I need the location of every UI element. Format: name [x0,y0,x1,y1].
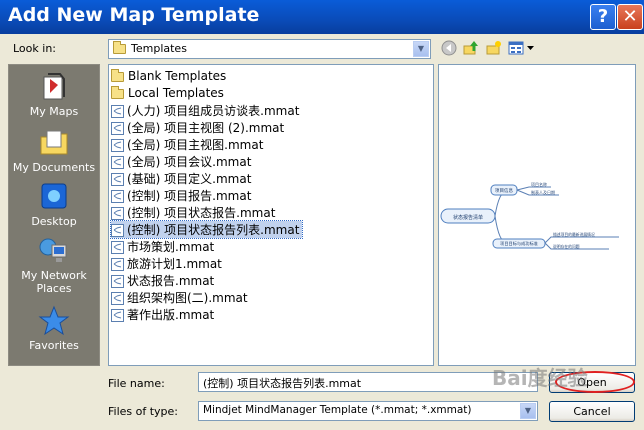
file-name: (控制) 项目报告.mmat [127,189,252,203]
file-name: (基础) 项目定义.mmat [127,172,252,186]
file-name-value: (控制) 项目状态报告列表.mmat [203,377,362,390]
chevron-down-icon[interactable]: ▼ [520,403,536,419]
list-item[interactable]: Local Templates [111,85,227,103]
preview-branch-text: 项目信息 [495,187,513,194]
desktop-icon [41,183,67,209]
place-label: Favorites [29,339,79,352]
title-bar[interactable]: Add New Map Template ? ✕ [0,0,644,34]
list-item[interactable]: 市场策划.mmat [111,238,217,255]
list-item[interactable]: (控制) 项目状态报告.mmat [111,204,278,221]
places-bar: My Maps My Documents Desktop My Network … [8,64,100,366]
mmat-file-icon [111,241,124,254]
preview-connector [544,236,619,244]
baidu-watermark: Bai度经验 [492,366,588,390]
file-name: 旅游计划1.mmat [127,257,222,271]
place-network[interactable]: My Network Places [9,235,99,295]
folder-icon [111,68,124,82]
file-list[interactable]: Blank Templates Local Templates (人力) 项目组… [108,64,434,366]
mmat-file-icon [111,139,124,152]
folder-icon [111,85,124,99]
list-item[interactable]: (全局) 项目会议.mmat [111,153,254,170]
mmat-file-icon [111,207,124,220]
list-item[interactable]: (全局) 项目主视图.mmat [111,136,266,153]
favorites-icon [38,305,70,336]
file-name: 状态报告.mmat [127,274,215,288]
my-documents-icon [40,130,68,155]
mmat-file-icon [111,156,124,169]
file-name-label: File name: [108,377,165,390]
place-label: My Documents [12,161,96,174]
list-item[interactable]: 组织架构图(二).mmat [111,289,251,306]
place-label: My Maps [29,105,79,118]
place-my-maps[interactable]: My Maps [9,71,99,118]
preview-subtopic: 制表人及日期 [531,189,555,195]
file-name: (全局) 项目主视图 (2).mmat [127,121,285,135]
look-in-combo[interactable]: Templates ▼ [108,39,431,59]
preview-subtopic: 项目名称 [531,181,547,187]
place-desktop[interactable]: Desktop [9,181,99,228]
list-item[interactable]: 状态报告.mmat [111,272,217,289]
close-button[interactable]: ✕ [617,4,643,30]
place-favorites[interactable]: Favorites [9,305,99,352]
up-folder-icon[interactable] [462,40,480,58]
look-in-label: Look in: [13,42,56,55]
file-name: (全局) 项目主视图.mmat [127,138,264,152]
mmat-file-icon [111,275,124,288]
new-folder-icon[interactable] [485,40,503,58]
file-name: (人力) 项目组成员访谈表.mmat [127,104,300,118]
window-title: Add New Map Template [8,4,260,26]
list-item-selected[interactable]: (控制) 项目状态报告列表.mmat [109,220,304,239]
add-new-map-template-dialog: Add New Map Template ? ✕ Look in: Templa… [0,0,644,430]
preview-branch-text: 项目目标与成功标准 [500,240,538,247]
file-name: (控制) 项目状态报告列表.mmat [127,223,300,237]
list-item[interactable]: 旅游计划1.mmat [111,255,225,272]
list-item[interactable]: (控制) 项目报告.mmat [111,187,254,204]
list-item[interactable]: 著作出版.mmat [111,306,217,323]
mmat-file-icon [111,173,124,186]
look-in-value-wrap: Templates [113,41,187,55]
chevron-down-icon[interactable]: ▼ [413,41,429,57]
file-name: Blank Templates [128,69,227,83]
file-name: 组织架构图(二).mmat [127,291,248,305]
file-name: 市场策划.mmat [127,240,215,254]
preview-subtopic: 说明存在的问题 [553,244,580,249]
file-name: Local Templates [128,86,224,100]
mmat-file-icon [111,309,124,322]
file-name-input[interactable]: (控制) 项目状态报告列表.mmat [198,372,538,392]
list-item[interactable]: (基础) 项目定义.mmat [111,170,254,187]
mmat-file-icon [111,258,124,271]
preview-central-text: 状态报告清单 [453,214,483,221]
file-name: 著作出版.mmat [127,308,215,322]
look-in-value: Templates [131,42,187,55]
cancel-button[interactable]: Cancel [549,401,635,422]
folder-icon [113,41,126,54]
back-icon[interactable] [440,40,458,58]
mmat-file-icon [111,105,124,118]
mmat-file-icon [111,122,124,135]
place-my-documents[interactable]: My Documents [9,127,99,174]
my-maps-icon [43,73,65,100]
files-of-type-combo[interactable]: Mindjet MindManager Template (*.mmat; *.… [198,401,538,421]
file-name: (全局) 项目会议.mmat [127,155,252,169]
place-label: Desktop [31,215,77,228]
list-item[interactable]: Blank Templates [111,68,229,86]
preview-subtopic: 描述项目的最新进展情况 [553,232,595,237]
mind-map-preview: 状态报告清单 项目信息 项目目标与成功标准 项目名称 制表人及日期 描述项目的最… [440,181,619,250]
list-item[interactable]: (全局) 项目主视图 (2).mmat [111,119,287,136]
file-name: (控制) 项目状态报告.mmat [127,206,276,220]
files-of-type-value: Mindjet MindManager Template (*.mmat; *.… [203,404,472,416]
mmat-file-icon [111,190,124,203]
cancel-label: Cancel [573,405,611,418]
mmat-file-icon [111,292,124,305]
mmat-file-icon [111,224,124,237]
place-label: My Network Places [21,269,87,295]
template-preview: 状态报告清单 项目信息 项目目标与成功标准 项目名称 制表人及日期 描述项目的最… [438,64,636,366]
views-menu-icon[interactable] [508,40,536,58]
network-places-icon [39,238,67,262]
files-of-type-label: Files of type: [108,405,179,418]
list-item[interactable]: (人力) 项目组成员访谈表.mmat [111,102,302,119]
help-button[interactable]: ? [590,4,616,30]
